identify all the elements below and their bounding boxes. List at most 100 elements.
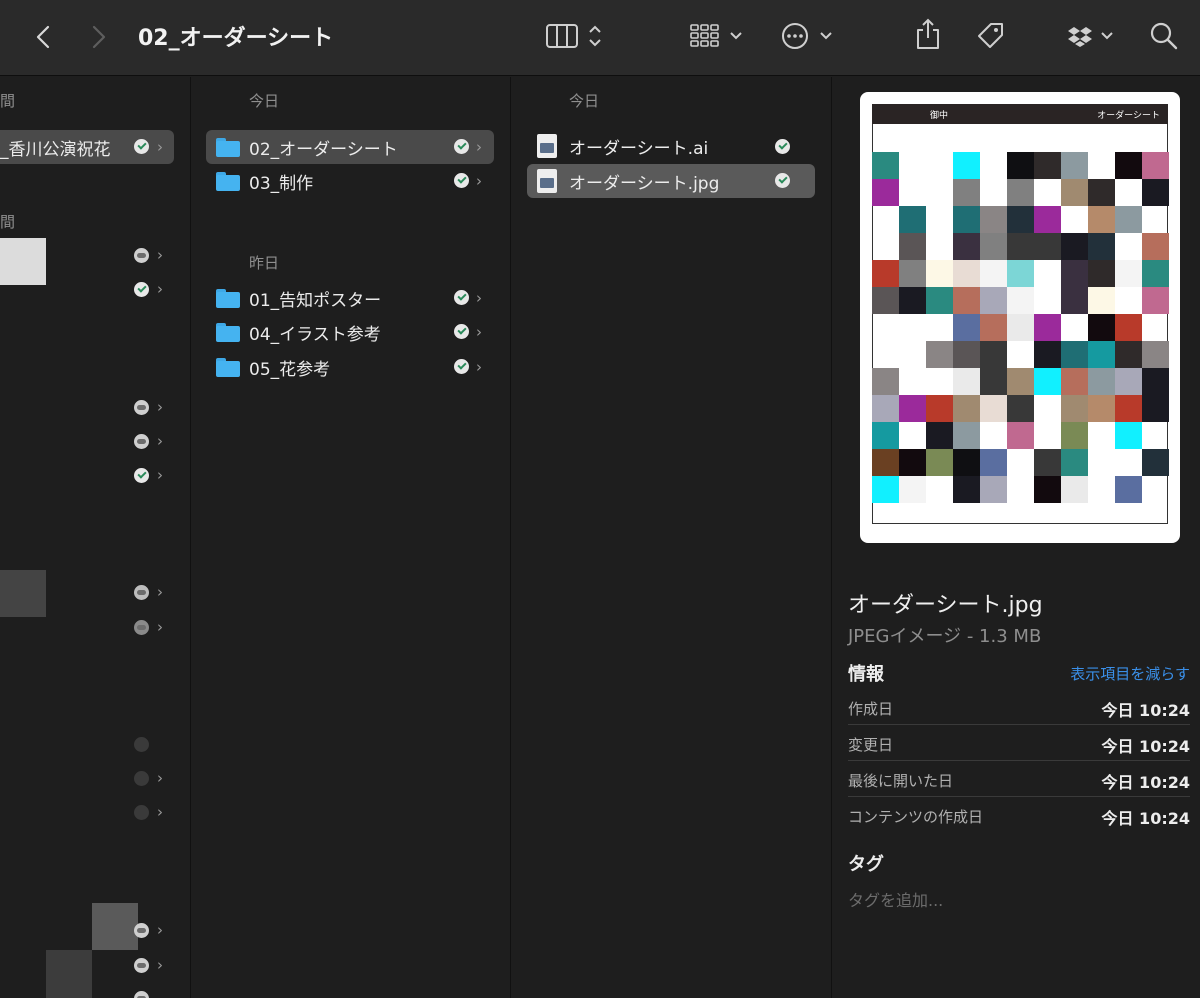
mosaic-tile <box>926 341 953 368</box>
info-value: 今日 10:24 <box>1101 737 1190 756</box>
mosaic-tile <box>1142 341 1169 368</box>
forward-icon[interactable] <box>86 22 112 52</box>
mosaic-tile <box>1061 422 1088 449</box>
synced-check-icon <box>775 139 790 154</box>
synced-check-icon <box>454 139 469 154</box>
info-row-last-opened: 最後に開いた日 今日 10:24 <box>848 761 1190 797</box>
mosaic-tile <box>1115 476 1142 503</box>
mosaic-tile <box>1061 260 1088 287</box>
pixelated-image <box>872 152 1172 512</box>
synced-check-icon <box>454 290 469 305</box>
blurred-item <box>134 805 149 820</box>
mosaic-tile <box>1142 260 1169 287</box>
mosaic-tile <box>980 341 1007 368</box>
file-row[interactable]: オーダーシート.ai <box>527 129 815 163</box>
section-header-today: 今日 <box>249 92 280 110</box>
chevron-right-icon: › <box>157 956 163 974</box>
chevron-right-icon: › <box>157 769 163 787</box>
more-icon[interactable] <box>780 20 836 52</box>
info-key: 変更日 <box>848 736 894 754</box>
info-value: 今日 10:24 <box>1101 773 1190 792</box>
chevron-right-icon: › <box>157 803 163 821</box>
mosaic-tile <box>953 368 980 395</box>
mosaic-tile <box>1142 368 1169 395</box>
search-icon[interactable] <box>1148 20 1180 52</box>
mosaic-tile <box>899 260 926 287</box>
mosaic-tile <box>980 233 1007 260</box>
mosaic-tile <box>1142 395 1169 422</box>
preview-thumbnail[interactable]: 御中 オーダーシート <box>860 92 1180 543</box>
mosaic-tile <box>926 422 953 449</box>
mosaic-tile <box>899 233 926 260</box>
blurred-item <box>134 737 149 752</box>
preview-pane: 御中 オーダーシート オーダーシート.jpg JPEGイメージ - 1.3 MB… <box>832 77 1200 998</box>
blurred-item <box>46 950 92 998</box>
mosaic-tile <box>1115 206 1142 233</box>
mosaic-tile <box>1088 287 1115 314</box>
mosaic-tile <box>1088 260 1115 287</box>
folder-row-selected[interactable]: 02_オーダーシート <box>206 130 494 164</box>
tag-icon[interactable] <box>972 18 1008 52</box>
mosaic-tile <box>953 179 980 206</box>
dropbox-icon[interactable] <box>1064 20 1120 52</box>
mosaic-tile <box>926 260 953 287</box>
section-header-yesterday: 昨日 <box>249 254 280 272</box>
folder-icon <box>216 357 240 377</box>
mosaic-tile <box>1007 152 1034 179</box>
mosaic-tile <box>953 233 980 260</box>
mosaic-tile <box>926 449 953 476</box>
column-view-icon[interactable] <box>544 20 610 52</box>
info-row-content-created: コンテンツの作成日 今日 10:24 <box>848 797 1190 833</box>
cloud-icon <box>134 958 149 973</box>
folder-row[interactable]: 03_制作 <box>206 164 494 198</box>
mosaic-tile <box>872 368 899 395</box>
mosaic-tile <box>1034 152 1061 179</box>
back-icon[interactable] <box>30 22 56 52</box>
section-header: 間 <box>0 92 16 110</box>
folder-row[interactable]: 01_告知ポスター <box>206 281 494 315</box>
thumbnail-header-right: オーダーシート <box>1097 111 1160 121</box>
mosaic-tile <box>899 395 926 422</box>
folder-row[interactable]: 05_花参考 <box>206 350 494 384</box>
mosaic-tile <box>1115 314 1142 341</box>
thumbnail-header: 御中 オーダーシート <box>872 104 1168 124</box>
share-icon[interactable] <box>912 16 944 52</box>
mosaic-tile <box>872 449 899 476</box>
cloud-icon <box>134 991 149 998</box>
mosaic-tile <box>1061 395 1088 422</box>
file-row-selected[interactable]: オーダーシート.jpg <box>527 164 815 198</box>
mosaic-tile <box>953 341 980 368</box>
show-less-link[interactable]: 表示項目を減らす <box>1070 663 1190 684</box>
mosaic-tile <box>953 287 980 314</box>
folder-name: 05_花参考 <box>249 359 331 380</box>
cloud-icon <box>134 248 149 263</box>
info-row-modified: 変更日 今日 10:24 <box>848 725 1190 761</box>
column-3: 今日 オーダーシート.ai オーダーシート.jpg <box>511 77 832 998</box>
mosaic-tile <box>1034 233 1061 260</box>
group-icon[interactable] <box>688 20 748 52</box>
tags-input[interactable]: タグを追加... <box>848 887 943 911</box>
info-key: 作成日 <box>848 700 894 718</box>
info-key: コンテンツの作成日 <box>848 808 984 826</box>
jpg-file-icon <box>537 169 557 193</box>
folder-row[interactable]: 04_イラスト参考 <box>206 315 494 349</box>
mosaic-tile <box>980 260 1007 287</box>
mosaic-tile <box>926 287 953 314</box>
synced-check-icon <box>454 359 469 374</box>
mosaic-tile <box>1061 287 1088 314</box>
mosaic-tile <box>872 422 899 449</box>
mosaic-tile <box>1034 476 1061 503</box>
mosaic-tile <box>1007 260 1034 287</box>
ai-file-icon <box>537 134 557 158</box>
mosaic-tile <box>1007 368 1034 395</box>
mosaic-tile <box>1007 395 1034 422</box>
synced-check-icon <box>134 139 149 154</box>
synced-check-icon <box>134 468 149 483</box>
cloud-icon <box>134 434 149 449</box>
mosaic-tile <box>872 287 899 314</box>
mosaic-tile <box>1142 179 1169 206</box>
info-value: 今日 10:24 <box>1101 809 1190 828</box>
mosaic-tile <box>953 422 980 449</box>
mosaic-tile <box>1088 206 1115 233</box>
mosaic-tile <box>980 314 1007 341</box>
